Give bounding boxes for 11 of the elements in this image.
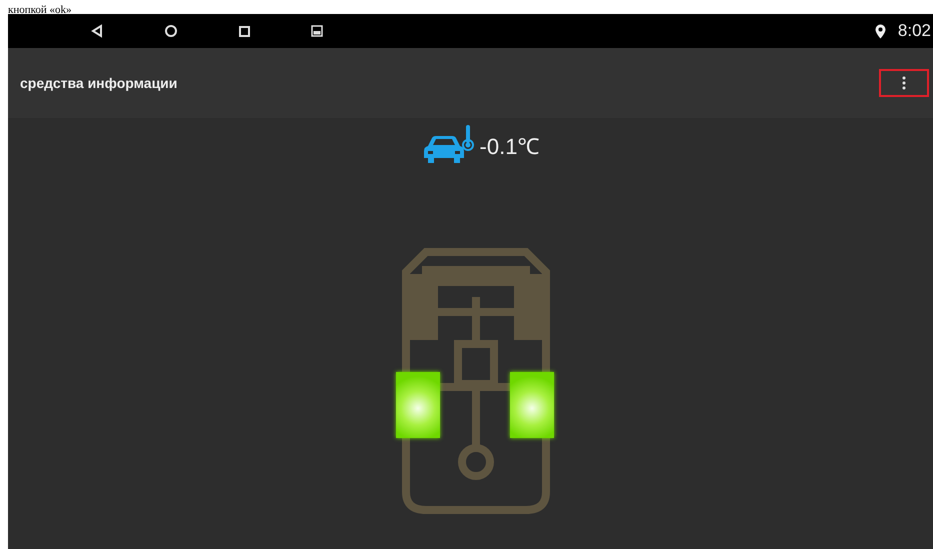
clock-time: 8:02 xyxy=(898,21,931,41)
screenshot-icon[interactable] xyxy=(311,25,323,37)
back-icon[interactable] xyxy=(90,24,104,38)
location-pin-icon xyxy=(874,24,886,38)
home-icon[interactable] xyxy=(164,24,178,38)
temperature-reading: -0.1℃ xyxy=(480,133,540,160)
overflow-menu-button[interactable] xyxy=(879,69,929,97)
app-title: средства информации xyxy=(20,75,178,91)
recents-icon[interactable] xyxy=(238,24,251,38)
caption-text: кнопкой «ok» xyxy=(8,3,72,17)
more-vertical-icon xyxy=(902,76,906,90)
